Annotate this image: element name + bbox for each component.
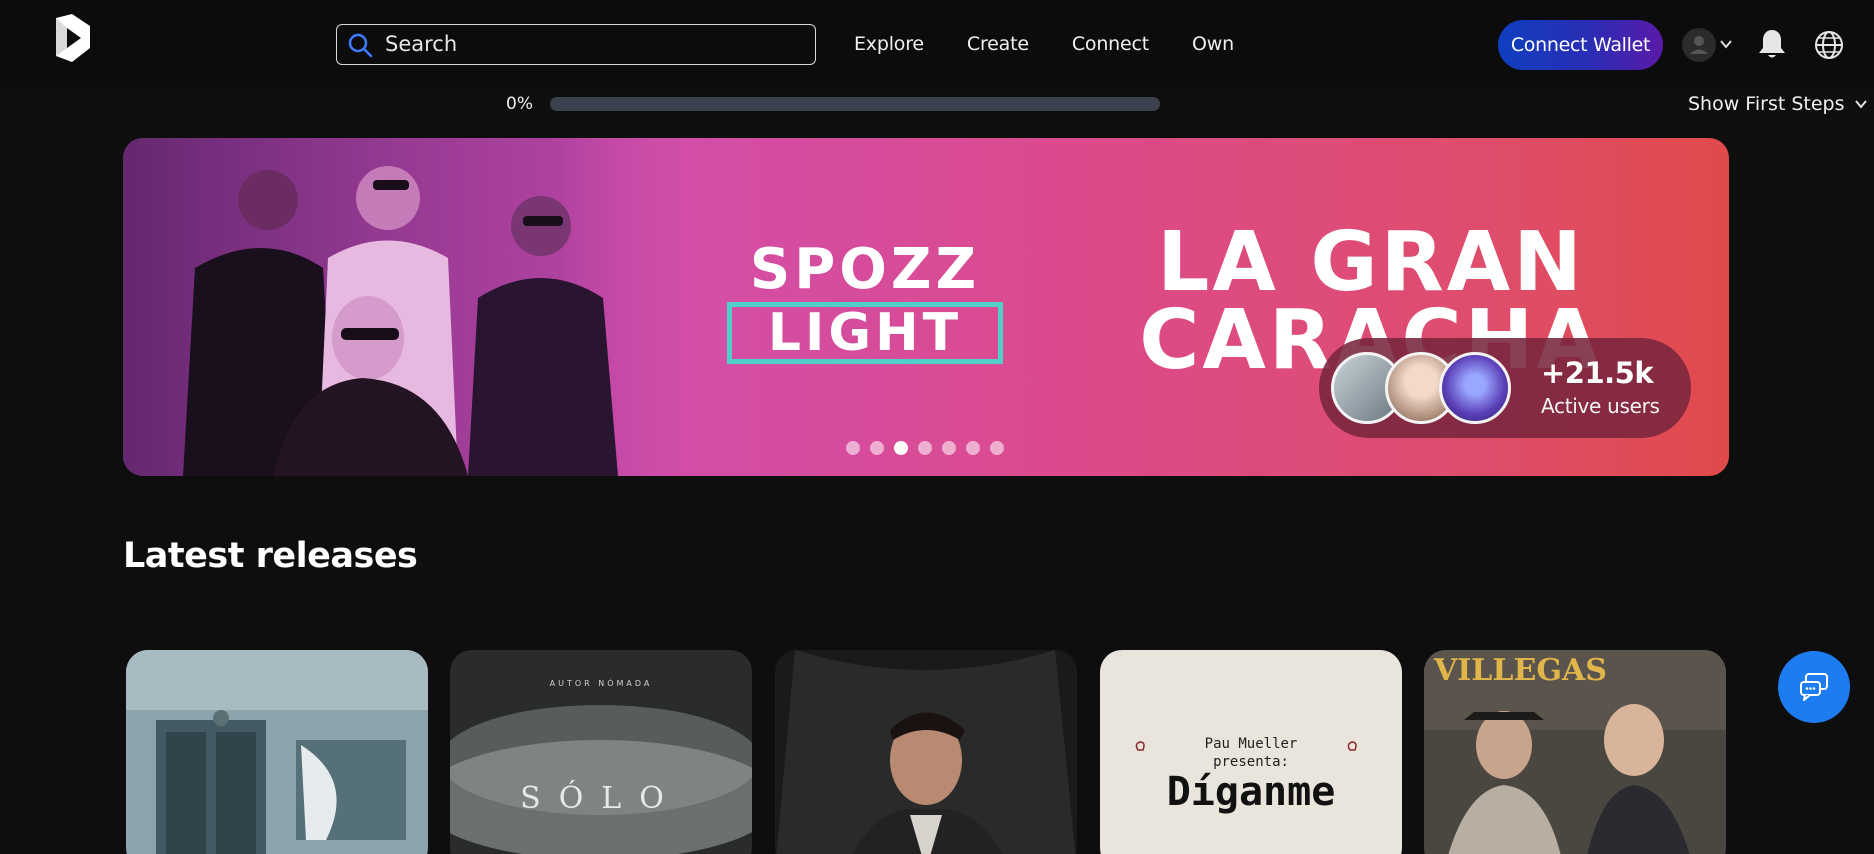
cover-art — [775, 650, 1077, 854]
active-users-count: +21.5k — [1541, 356, 1654, 390]
main-nav: Explore Create Connect Own — [854, 33, 1234, 55]
cover-title: Díganme — [1167, 769, 1336, 815]
progress-percent: 0% — [506, 94, 533, 114]
cover-artist: Pau Mueller — [1205, 736, 1298, 752]
carousel-dot[interactable] — [990, 441, 1004, 455]
carousel-dot[interactable] — [942, 441, 956, 455]
cover-presents: presenta: — [1213, 754, 1289, 770]
nav-connect[interactable]: Connect — [1072, 33, 1149, 55]
release-card-2[interactable]: AUTOR NÓMADA SÓLO — [450, 650, 752, 854]
user-menu[interactable] — [1682, 28, 1734, 62]
release-card-3[interactable] — [775, 650, 1077, 854]
globe-icon[interactable] — [1814, 30, 1844, 60]
latest-releases-title: Latest releases — [123, 536, 418, 576]
cover-label: AUTOR NÓMADA — [550, 677, 653, 688]
cover-art: VILLEGAS — [1424, 650, 1726, 854]
release-card-5[interactable]: VILLEGAS — [1424, 650, 1726, 854]
carousel-dot[interactable] — [918, 441, 932, 455]
bell-icon[interactable] — [1756, 27, 1788, 61]
active-users-label: Active users — [1541, 394, 1660, 418]
carousel-dot[interactable] — [846, 441, 860, 455]
brand-bottom: LIGHT — [727, 302, 1003, 364]
chevron-down-icon — [1854, 100, 1867, 109]
chat-bubbles-icon — [1800, 673, 1828, 701]
nav-own[interactable]: Own — [1192, 33, 1234, 55]
search-box[interactable] — [336, 24, 816, 65]
spozz-light-logo: SPOZZ LIGHT — [725, 237, 1005, 364]
cover-title: VILLEGAS — [1433, 653, 1607, 688]
carousel-dot[interactable] — [894, 441, 908, 455]
search-icon — [348, 33, 373, 58]
top-header: Explore Create Connect Own Connect Walle… — [0, 0, 1874, 88]
headline-line-1: LA GRAN — [1157, 215, 1585, 310]
search-input[interactable] — [385, 25, 805, 63]
cover-art: AUTOR NÓMADA SÓLO — [450, 650, 752, 854]
connect-wallet-button[interactable]: Connect Wallet — [1498, 20, 1663, 70]
carousel-dot[interactable] — [870, 441, 884, 455]
cover-title: SÓLO — [520, 780, 682, 816]
brand-top: SPOZZ — [749, 237, 981, 302]
user-avatar-icon[interactable] — [1682, 28, 1716, 62]
first-steps-label: Show First Steps — [1688, 93, 1845, 115]
release-card-4[interactable]: Pau Mueller presenta: Díganme — [1100, 650, 1402, 854]
play-logo-icon[interactable] — [50, 14, 94, 62]
active-users-pill: +21.5k Active users — [1319, 338, 1691, 438]
release-card-1[interactable] — [126, 650, 428, 854]
user-avatar — [1439, 352, 1511, 424]
chat-button[interactable] — [1778, 651, 1850, 723]
onboarding-progress-bar — [550, 97, 1160, 111]
nav-create[interactable]: Create — [967, 33, 1029, 55]
chevron-down-icon[interactable] — [1719, 37, 1733, 51]
hero-banner[interactable]: SPOZZ LIGHT LA GRAN CARACHA +21.5k Activ… — [123, 138, 1729, 476]
carousel-dots — [846, 441, 1004, 455]
band-photo — [123, 138, 703, 476]
nav-explore[interactable]: Explore — [854, 33, 924, 55]
carousel-dot[interactable] — [966, 441, 980, 455]
cover-art: Pau Mueller presenta: Díganme — [1100, 650, 1402, 854]
cover-art — [126, 650, 428, 854]
show-first-steps-toggle[interactable]: Show First Steps — [1688, 93, 1869, 115]
